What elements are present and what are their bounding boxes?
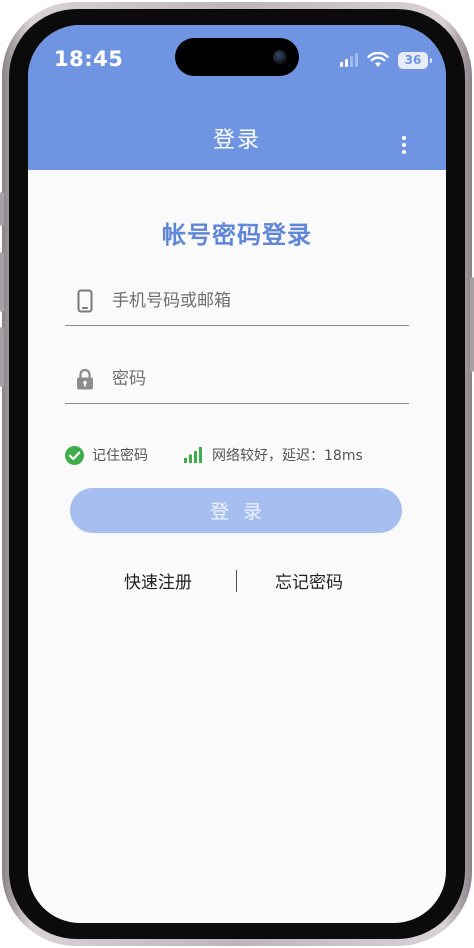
volume-up-button: [0, 252, 4, 312]
link-divider: [236, 570, 237, 592]
password-input[interactable]: [112, 369, 409, 389]
check-circle-icon: [65, 445, 84, 465]
lock-icon: [74, 366, 96, 392]
network-status: 网络较好，延迟：18ms: [184, 445, 363, 465]
wifi-icon: [367, 52, 389, 67]
login-button[interactable]: 登录: [70, 488, 402, 533]
options-row: 记住密码 网络较好，延迟：18ms: [65, 444, 409, 466]
cellular-signal-icon: [340, 53, 358, 67]
password-field: [65, 355, 409, 404]
signal-strength-icon: [184, 447, 202, 463]
status-icons: 36: [340, 49, 432, 71]
battery-icon: 36: [398, 51, 432, 69]
phone-icon: [74, 288, 96, 314]
nav-title: 登录: [212, 128, 261, 153]
account-field: [65, 277, 409, 326]
volume-down-button: [0, 327, 4, 387]
forgot-password-link[interactable]: 忘记密码: [275, 568, 343, 593]
status-time: 18:45: [54, 47, 124, 71]
power-button: [470, 277, 474, 372]
auth-links: 快速注册 忘记密码: [28, 568, 446, 594]
quick-register-link[interactable]: 快速注册: [124, 568, 192, 593]
app-screen: 18:45 36 登录 帐号密码登录 手机号码或邮箱 记住密码 网络较好，延迟：…: [28, 25, 446, 923]
remember-password-label: 记住密码: [92, 448, 148, 464]
network-status-text: 网络较好，延迟：18ms: [212, 448, 363, 464]
dynamic-island: [175, 38, 299, 76]
remember-password-checkbox[interactable]: 记住密码: [65, 445, 148, 465]
action-button: [0, 192, 4, 226]
app-header: 18:45 36 登录: [28, 25, 446, 170]
account-input[interactable]: [112, 291, 409, 311]
more-vertical-glyph: [402, 136, 406, 154]
more-vertical-icon[interactable]: [396, 133, 412, 157]
form-title: 帐号密码登录: [162, 221, 312, 249]
camera-icon: [273, 50, 287, 64]
